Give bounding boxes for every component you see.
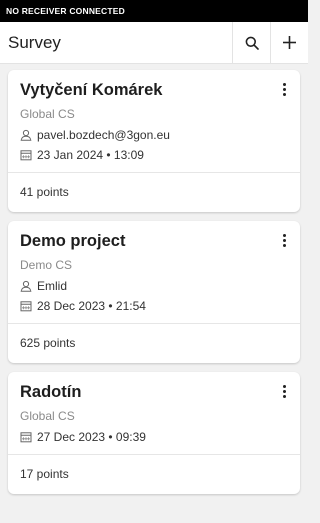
more-options-icon[interactable]	[276, 231, 292, 249]
project-date: 23 Jan 2024 • 13:09	[20, 148, 288, 162]
project-name: Vytyčení Komárek	[20, 81, 163, 99]
coordinate-system: Demo CS	[20, 258, 73, 272]
project-card[interactable]: Radotín Global CS 27 Dec 2023 • 09:39 17…	[8, 372, 300, 494]
coordinate-system: Global CS	[20, 107, 75, 121]
author-label: pavel.bozdech@3gon.eu	[37, 128, 170, 142]
project-name: Demo project	[20, 232, 126, 250]
more-options-icon[interactable]	[276, 80, 292, 98]
project-card[interactable]: Demo project Demo CS Emlid 28 Dec 2023 •…	[8, 221, 300, 363]
project-card-body[interactable]: Radotín Global CS 27 Dec 2023 • 09:39	[8, 372, 300, 454]
project-card[interactable]: Vytyčení Komárek Global CS pavel.bozdech…	[8, 70, 300, 212]
project-author: pavel.bozdech@3gon.eu	[20, 128, 288, 142]
date-label: 23 Jan 2024 • 13:09	[37, 148, 144, 162]
add-project-button[interactable]	[270, 22, 308, 63]
person-icon	[20, 280, 32, 292]
coordinate-system: Global CS	[20, 409, 75, 423]
app-bar: Survey	[0, 22, 308, 64]
receiver-status-banner: NO RECEIVER CONNECTED	[0, 0, 308, 22]
project-card-body[interactable]: Vytyčení Komárek Global CS pavel.bozdech…	[8, 70, 300, 172]
search-icon	[245, 36, 259, 50]
project-name: Radotín	[20, 383, 82, 401]
author-label: Emlid	[37, 279, 68, 293]
project-date: 27 Dec 2023 • 09:39	[20, 430, 288, 444]
project-date: 28 Dec 2023 • 21:54	[20, 299, 288, 313]
calendar-icon	[20, 432, 32, 443]
more-options-icon[interactable]	[276, 382, 292, 400]
points-count: 41 points	[8, 172, 300, 212]
search-button[interactable]	[232, 22, 270, 63]
project-author: Emlid	[20, 279, 288, 293]
plus-icon	[283, 36, 296, 49]
points-count: 17 points	[8, 454, 300, 494]
project-card-body[interactable]: Demo project Demo CS Emlid 28 Dec 2023 •…	[8, 221, 300, 323]
date-label: 28 Dec 2023 • 21:54	[37, 299, 146, 313]
page-title: Survey	[8, 32, 61, 52]
calendar-icon	[20, 150, 32, 161]
project-list: Vytyčení Komárek Global CS pavel.bozdech…	[0, 64, 308, 494]
calendar-icon	[20, 301, 32, 312]
points-count: 625 points	[8, 323, 300, 363]
date-label: 27 Dec 2023 • 09:39	[37, 430, 146, 444]
person-icon	[20, 129, 32, 141]
